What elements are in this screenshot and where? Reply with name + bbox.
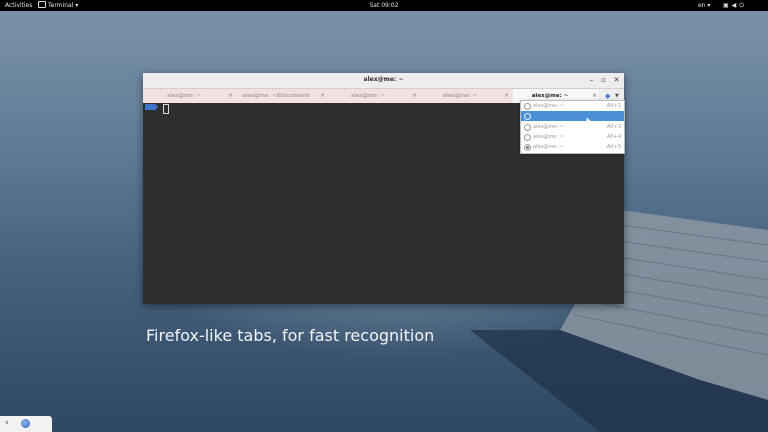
window-icon[interactable]: ▣ xyxy=(723,2,732,9)
tab-close-icon[interactable]: × xyxy=(412,89,417,103)
menu-item-label: alex@me: ~ xyxy=(533,134,564,140)
minimize-icon[interactable]: – xyxy=(587,76,596,85)
browser-icon[interactable] xyxy=(21,419,30,428)
back-arrow-icon[interactable]: ‹ xyxy=(5,418,9,428)
window-title: alex@me: ~ xyxy=(363,76,404,83)
tab-close-icon[interactable]: × xyxy=(320,89,325,103)
menu-item-label: alex@me: ~ xyxy=(533,144,564,150)
tab-label: alex@me: ~/Documents xyxy=(242,93,310,99)
close-icon[interactable]: ✕ xyxy=(612,76,621,85)
menu-item-shortcut: Alt+1 xyxy=(606,103,621,109)
tab-3[interactable]: alex@me: ~ × xyxy=(329,89,419,103)
tab-label: alex@me: ~ xyxy=(167,93,201,99)
menu-item-tab-5[interactable]: alex@me: ~ Alt+5 xyxy=(521,142,624,152)
radio-icon xyxy=(524,103,531,110)
radio-icon xyxy=(524,113,531,120)
power-icon[interactable]: ⏻ xyxy=(739,2,747,9)
title-bar[interactable]: alex@me: ~ – ▫ ✕ xyxy=(143,73,624,89)
menu-item-tab-4[interactable]: alex@me: ~ Alt+4 xyxy=(521,132,624,142)
radio-icon xyxy=(524,134,531,141)
caption-text: Firefox-like tabs, for fast recognition xyxy=(146,326,435,345)
tab-label: alex@me: ~ xyxy=(443,93,477,99)
language-selector[interactable]: en ▾ xyxy=(698,0,710,11)
tab-list-menu: alex@me: ~ Alt+1 alex@me: ~ Alt+3 alex@m… xyxy=(520,100,625,154)
tab-close-icon[interactable]: × xyxy=(228,89,233,103)
maximize-icon[interactable]: ▫ xyxy=(599,76,608,85)
text-cursor xyxy=(163,104,169,114)
tab-close-icon[interactable]: × xyxy=(504,89,509,103)
menu-item-shortcut: Alt+3 xyxy=(606,124,621,130)
menu-item-shortcut: Alt+5 xyxy=(606,144,621,150)
menu-item-label: alex@me: ~ xyxy=(533,124,564,130)
menu-item-shortcut: Alt+4 xyxy=(606,134,621,140)
menu-item-tab-2[interactable] xyxy=(521,111,624,121)
system-tray[interactable]: ▣◀⏻ xyxy=(723,0,747,11)
menu-item-label: alex@me: ~ xyxy=(533,103,564,109)
radio-checked-icon xyxy=(524,144,531,151)
prompt-badge xyxy=(145,104,158,110)
tab-2[interactable]: alex@me: ~/Documents × xyxy=(237,89,327,103)
tab-1[interactable]: alex@me: ~ × xyxy=(145,89,235,103)
bottom-dock: ‹ xyxy=(0,416,52,432)
clock[interactable]: Sat 09:02 xyxy=(0,0,768,11)
radio-icon xyxy=(524,124,531,131)
menu-item-tab-1[interactable]: alex@me: ~ Alt+1 xyxy=(521,101,624,111)
tab-4[interactable]: alex@me: ~ × xyxy=(421,89,511,103)
top-bar: Activities Terminal ▾ Sat 09:02 en ▾ ▣◀⏻ xyxy=(0,0,768,11)
menu-item-tab-3[interactable]: alex@me: ~ Alt+3 xyxy=(521,122,624,132)
tab-label: alex@me: ~ xyxy=(351,93,385,99)
